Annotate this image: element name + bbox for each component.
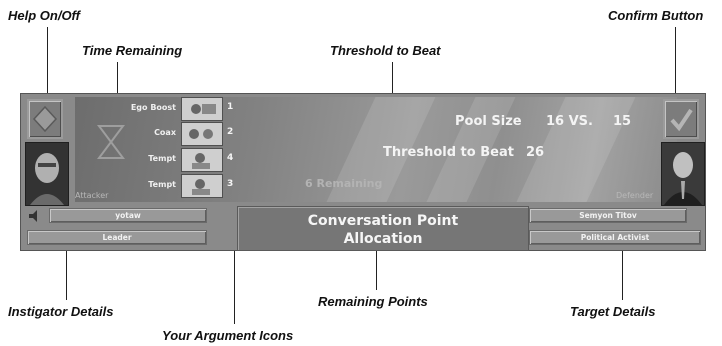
argument-icon-tempt[interactable] — [181, 174, 223, 198]
argument-label: Ego Boost — [130, 103, 176, 112]
attacker-portrait — [25, 142, 69, 206]
defender-face-icon — [662, 143, 704, 205]
callout-target: Target Details — [570, 304, 656, 319]
remaining-points: 6 Remaining — [305, 177, 383, 190]
argument-value: 4 — [227, 153, 234, 163]
defender-portrait — [661, 142, 705, 206]
argument-value: 1 — [227, 102, 234, 112]
leader-line-help — [47, 27, 48, 99]
callout-confirm: Confirm Button — [608, 8, 704, 23]
confirm-button[interactable] — [663, 99, 699, 139]
checkmark-icon — [670, 108, 693, 132]
instigator-name[interactable]: yotaw — [49, 208, 207, 223]
allocation-title-line2: Allocation — [343, 231, 423, 247]
argument-value: 2 — [227, 127, 234, 137]
attacker-face-icon — [26, 143, 68, 205]
callout-argument-icons: Your Argument Icons — [162, 328, 294, 343]
callout-help: Help On/Off — [8, 8, 80, 23]
help-toggle-button[interactable] — [27, 99, 63, 139]
argument-icon-coax[interactable] — [181, 122, 223, 146]
help-diamond-icon — [32, 105, 58, 133]
argument-label: Tempt — [148, 180, 176, 189]
conversation-panel: Attacker Defender Ego Boost 1 Coax 2 Tem… — [20, 93, 706, 251]
conversation-point-allocation: Conversation Point Allocation — [237, 206, 529, 251]
callout-threshold: Threshold to Beat — [330, 43, 441, 58]
argument-label: Tempt — [148, 154, 176, 163]
defender-label: Defender — [616, 191, 654, 200]
pool-size-opponent: 15 — [613, 114, 632, 129]
threshold-label: Threshold to Beat — [383, 145, 514, 160]
threshold-value: 26 — [526, 145, 545, 160]
pool-size-label: Pool Size — [455, 114, 522, 129]
leader-line-confirm — [675, 27, 676, 99]
attacker-label: Attacker — [75, 191, 109, 200]
allocation-title-line1: Conversation Point — [307, 213, 459, 229]
target-role: Political Activist — [529, 230, 701, 245]
pool-size-value: 16 VS. — [546, 114, 593, 129]
callout-instigator: Instigator Details — [8, 304, 114, 319]
argument-label: Coax — [154, 128, 176, 137]
argument-value: 3 — [227, 179, 234, 189]
target-name[interactable]: Semyon Titov — [529, 208, 687, 223]
argument-icon-ego-boost[interactable] — [181, 97, 223, 121]
argument-icon-tempt[interactable] — [181, 148, 223, 172]
callout-remaining: Remaining Points — [318, 294, 428, 309]
instigator-role: Leader — [27, 230, 207, 245]
callout-time-remaining: Time Remaining — [82, 43, 183, 58]
speaker-icon — [29, 210, 37, 222]
